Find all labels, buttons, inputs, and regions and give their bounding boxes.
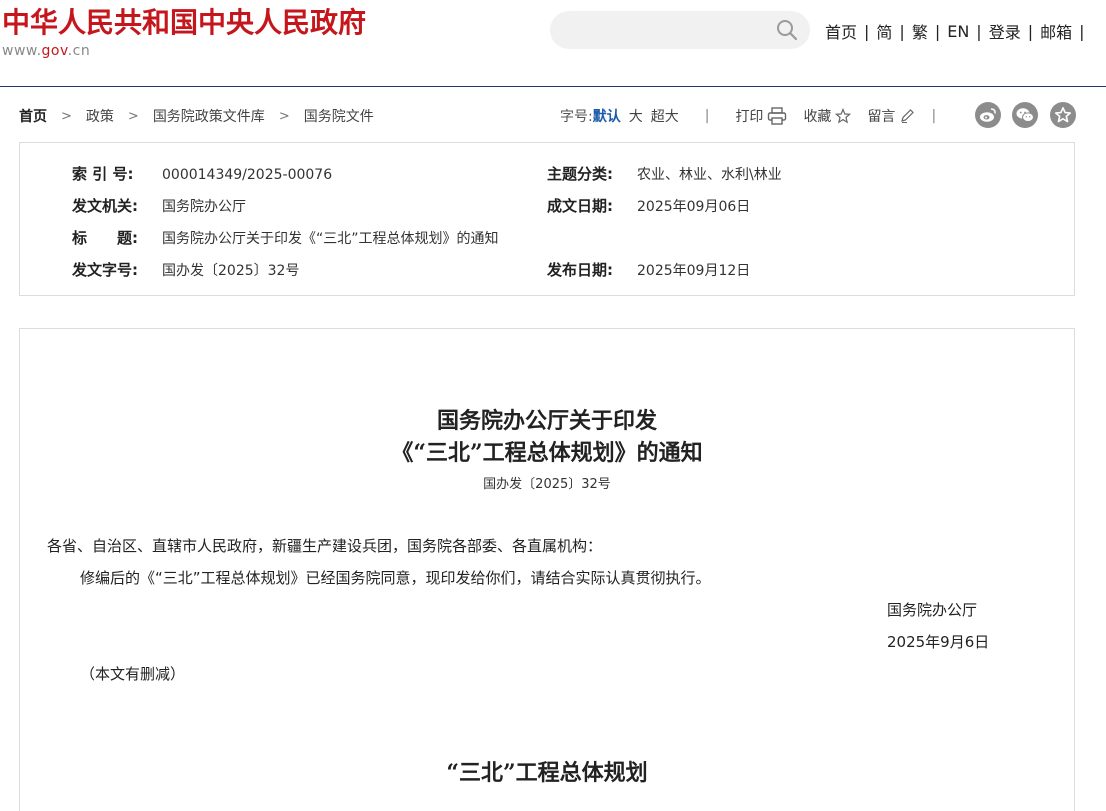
- info-label: 标 题:: [72, 229, 138, 247]
- site-url: www.gov.cn: [2, 43, 366, 59]
- link-simplified[interactable]: 简: [869, 19, 899, 43]
- info-value: 000014349/2025-00076: [162, 167, 333, 183]
- info-value: 国务院办公厅: [162, 199, 246, 215]
- info-label: 发文机关:: [72, 197, 138, 215]
- top-links: 首页 | 简 | 繁 | EN | 登录 | 邮箱 |: [818, 19, 1085, 43]
- breadcrumb-bar: 首页 > 政策 > 国务院政策文件库 > 国务院文件 字号: 默认 大 超大 |…: [0, 96, 1106, 132]
- site-logo[interactable]: 中华人民共和国中央人民政府 www.gov.cn: [2, 6, 366, 59]
- chevron-right-icon: >: [61, 108, 72, 124]
- breadcrumb-state-council-docs[interactable]: 国务院文件: [304, 106, 374, 126]
- link-separator: |: [1079, 21, 1085, 41]
- font-size-large[interactable]: 大: [629, 106, 643, 126]
- info-label: 主题分类:: [547, 165, 613, 183]
- info-written-date: 成文日期: 2025年09月06日: [547, 195, 750, 216]
- weibo-icon: [980, 108, 996, 122]
- site-title: 中华人民共和国中央人民政府: [2, 6, 367, 39]
- breadcrumb-home[interactable]: 首页: [19, 106, 47, 126]
- url-suffix: .cn: [67, 43, 91, 59]
- url-domain: gov: [41, 43, 68, 59]
- document-signer: 国务院办公厅: [887, 601, 978, 619]
- print-label: 打印: [735, 109, 764, 125]
- breadcrumb-policy-library[interactable]: 国务院政策文件库: [153, 106, 265, 126]
- info-label: 发布日期:: [547, 261, 613, 279]
- info-value: 农业、林业、水利\林业: [637, 167, 782, 183]
- document-number: 国办发〔2025〕32号: [483, 477, 611, 492]
- info-doc-number: 发文字号: 国办发〔2025〕32号: [72, 259, 299, 280]
- info-value: 2025年09月06日: [637, 199, 751, 215]
- info-published-date: 发布日期: 2025年09月12日: [547, 259, 750, 280]
- search-input[interactable]: [550, 11, 810, 49]
- wechat-icon: [1016, 108, 1034, 122]
- search-icon[interactable]: [776, 19, 798, 41]
- info-issuer: 发文机关: 国务院办公厅: [72, 195, 246, 216]
- info-label: 发文字号:: [72, 261, 138, 279]
- pencil-icon: [901, 109, 915, 123]
- link-traditional[interactable]: 繁: [905, 19, 935, 43]
- font-size-label: 字号:: [560, 109, 593, 125]
- print-button[interactable]: 打印: [735, 106, 787, 126]
- favorite-button[interactable]: 收藏: [803, 106, 852, 126]
- favorite-label: 收藏: [803, 109, 832, 125]
- info-value: 国务院办公厅关于印发《“三北”工程总体规划》的通知: [162, 231, 499, 247]
- site-header: 中华人民共和国中央人民政府 www.gov.cn 首页 | 简 | 繁 | EN…: [0, 0, 1106, 87]
- chevron-right-icon: >: [127, 108, 139, 124]
- font-size-default[interactable]: 默认: [593, 106, 621, 126]
- link-english[interactable]: EN: [940, 22, 976, 41]
- chevron-right-icon: >: [278, 108, 290, 124]
- info-title: 标 题: 国务院办公厅关于印发《“三北”工程总体规划》的通知: [72, 227, 499, 248]
- document-title-line2: 《“三北”工程总体规划》的通知: [391, 440, 703, 466]
- url-prefix: www.: [2, 43, 42, 59]
- wechat-share-button[interactable]: [1012, 102, 1038, 128]
- document-body-paragraph: 修编后的《“三北”工程总体规划》已经国务院同意，现印发给你们，请结合实际认真贯彻…: [80, 569, 711, 587]
- toolbar-divider: |: [931, 108, 937, 124]
- info-value: 2025年09月12日: [637, 263, 751, 279]
- info-index: 索 引 号: 000014349/2025-00076: [72, 163, 332, 184]
- breadcrumb: 首页 > 政策 > 国务院政策文件库 > 国务院文件: [19, 106, 374, 126]
- printer-icon: [768, 107, 787, 125]
- breadcrumb-policy[interactable]: 政策: [86, 106, 114, 126]
- document-date: 2025年9月6日: [887, 633, 990, 651]
- document-info-table: 索 引 号: 000014349/2025-00076 主题分类: 农业、林业、水利…: [19, 142, 1075, 296]
- link-login[interactable]: 登录: [982, 19, 1028, 43]
- document-salutation: 各省、自治区、直辖市人民政府，新疆生产建设兵团，国务院各部委、各直属机构：: [47, 537, 603, 555]
- favorite-share-button[interactable]: [1050, 102, 1076, 128]
- document-note: （本文有删减）: [80, 665, 186, 683]
- document-subtitle: “三北”工程总体规划: [446, 760, 648, 786]
- info-topic: 主题分类: 农业、林业、水利\林业: [547, 163, 782, 184]
- star-outline-icon: [835, 108, 852, 124]
- comment-button[interactable]: 留言: [867, 106, 915, 126]
- info-value: 国办发〔2025〕32号: [162, 263, 300, 279]
- weibo-share-button[interactable]: [975, 102, 1001, 128]
- document-title-line1: 国务院办公厅关于印发: [436, 408, 657, 434]
- comment-label: 留言: [867, 109, 896, 125]
- link-mail[interactable]: 邮箱: [1033, 19, 1079, 43]
- font-size-xlarge[interactable]: 超大: [651, 106, 679, 126]
- document-content: 国务院办公厅关于印发 《“三北”工程总体规划》的通知 国办发〔2025〕32号 …: [19, 328, 1075, 811]
- info-label: 成文日期:: [547, 197, 613, 215]
- link-home[interactable]: 首页: [818, 19, 864, 43]
- toolbar-divider: |: [704, 108, 710, 124]
- star-icon: [1054, 106, 1072, 123]
- article-toolbar: 字号: 默认 大 超大 | 打印 收藏 留言 |: [560, 106, 936, 126]
- info-label: 索 引 号:: [72, 165, 134, 183]
